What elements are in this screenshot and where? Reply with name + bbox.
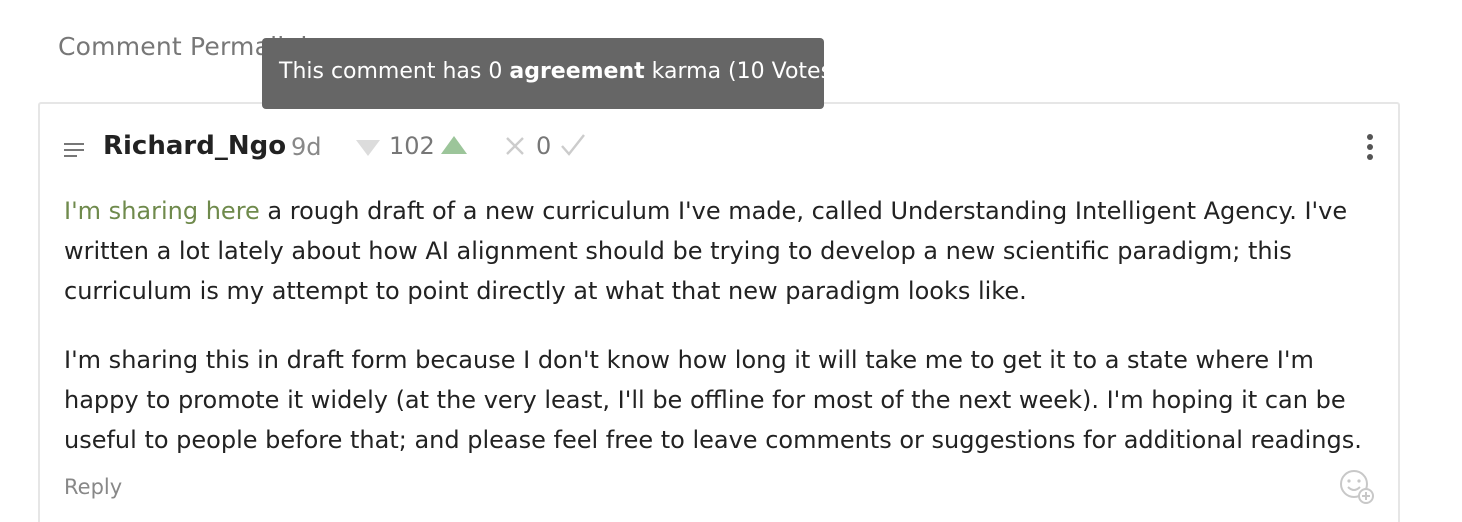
- upvote-icon[interactable]: [441, 136, 467, 158]
- author-name[interactable]: Richard_Ngo: [103, 131, 286, 161]
- add-reaction-icon[interactable]: [1338, 468, 1376, 510]
- sharing-link[interactable]: I'm sharing here: [64, 197, 260, 225]
- agree-icon[interactable]: [560, 133, 586, 161]
- downvote-icon[interactable]: [356, 140, 380, 160]
- comment-card: Richard_Ngo 9d 102 0 I'm sharing here a …: [38, 102, 1400, 522]
- agreement-score: 0: [536, 132, 552, 160]
- disagree-icon[interactable]: [504, 135, 526, 161]
- comment-paragraph-2: I'm sharing this in draft form because I…: [64, 346, 1362, 454]
- karma-score: 102: [389, 132, 435, 160]
- comment-meta: Richard_Ngo 9d 102 0: [40, 104, 1398, 184]
- more-options-icon[interactable]: [1366, 134, 1374, 164]
- comment-age[interactable]: 9d: [291, 133, 322, 161]
- comment-paragraph-1: I'm sharing here a rough draft of a new …: [64, 191, 1384, 311]
- tooltip-suffix: karma (10 Votes): [644, 59, 841, 84]
- agreement-tooltip: This comment has 0 agreement karma (10 V…: [262, 38, 841, 109]
- collapse-icon[interactable]: [64, 142, 84, 162]
- reply-button[interactable]: Reply: [64, 475, 122, 499]
- tooltip-prefix: This comment has 0: [279, 59, 510, 84]
- tooltip-bold: agreement: [509, 59, 645, 84]
- permalink-page: Comment Permalink This comment has 0 agr…: [0, 0, 1462, 522]
- comment-body: I'm sharing here a rough draft of a new …: [64, 191, 1384, 489]
